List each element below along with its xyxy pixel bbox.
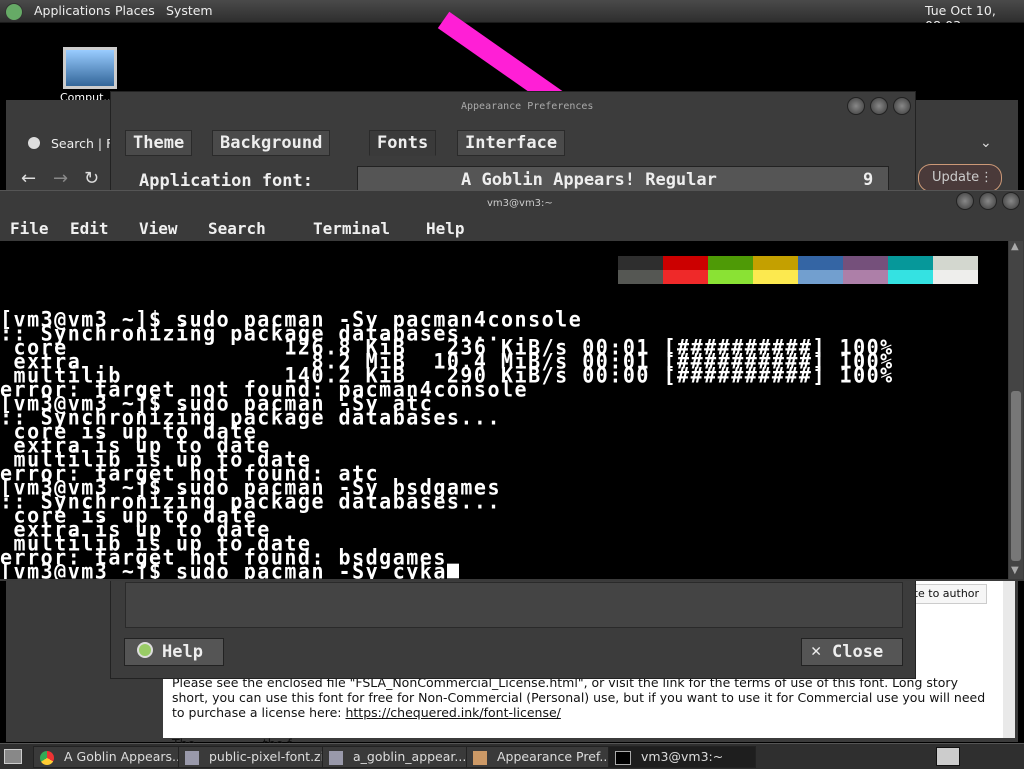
palette-swatch bbox=[888, 256, 933, 270]
palette-swatch bbox=[753, 270, 798, 284]
maximize-icon[interactable] bbox=[870, 97, 888, 115]
system-menu[interactable]: System bbox=[166, 3, 213, 18]
terminal-icon bbox=[615, 750, 631, 765]
taskbar-item-appearance[interactable]: Appearance Pref... bbox=[466, 746, 614, 768]
terminal-window: vm3@vm3:~ File Edit View Search Terminal… bbox=[0, 190, 1024, 581]
computer-icon[interactable] bbox=[63, 47, 117, 89]
help-label: Help bbox=[162, 642, 203, 662]
minimize-icon[interactable] bbox=[847, 97, 865, 115]
terminal-prompt-text: [vm3@vm3 ~]$ sudo pacman -Sy cyka bbox=[0, 558, 447, 579]
palette-swatch bbox=[753, 256, 798, 270]
terminal-menubar: File Edit View Search Terminal Help bbox=[0, 217, 1024, 241]
workspace-switcher-icon[interactable] bbox=[936, 747, 960, 766]
terminal-scrollbar[interactable]: ▲ ▼ bbox=[1009, 241, 1023, 579]
palette-swatch bbox=[933, 256, 978, 270]
taskbar-item-zip[interactable]: public-pixel-font.zip bbox=[178, 746, 326, 768]
close-icon[interactable] bbox=[1002, 192, 1020, 210]
menu-search[interactable]: Search bbox=[208, 219, 266, 238]
terminal-screen[interactable]: [vm3@vm3 ~]$ sudo pacman -Sy pacman4cons… bbox=[0, 241, 1008, 579]
menu-view[interactable]: View bbox=[139, 219, 178, 238]
palette-swatch bbox=[843, 256, 888, 270]
taskbar-item-label: Appearance Pref... bbox=[496, 749, 612, 764]
update-button[interactable]: Update ⋮ bbox=[918, 164, 1002, 192]
maximize-icon[interactable] bbox=[979, 192, 997, 210]
terminal-title: vm3@vm3:~ bbox=[487, 198, 553, 209]
palette-swatch bbox=[618, 270, 663, 284]
scroll-up-icon[interactable]: ▲ bbox=[1011, 241, 1019, 252]
taskbar-item-terminal[interactable]: vm3@vm3:~ bbox=[608, 746, 756, 768]
scrollbar-thumb[interactable] bbox=[1011, 391, 1021, 561]
app-font-size: 9 bbox=[863, 170, 874, 190]
scroll-down-icon[interactable]: ▼ bbox=[1011, 565, 1019, 576]
forward-icon[interactable]: → bbox=[53, 168, 68, 189]
palette-swatch bbox=[708, 256, 753, 270]
taskbar-item-chrome[interactable]: A Goblin Appears... bbox=[33, 746, 181, 768]
update-button-label: Update bbox=[932, 170, 980, 185]
app-font-value: A Goblin Appears! Regular bbox=[461, 170, 717, 190]
menu-help[interactable]: Help bbox=[426, 219, 465, 238]
terminal-prompt-line: [vm3@vm3 ~]$ sudo pacman -Sy cyka bbox=[0, 560, 459, 579]
distro-logo-icon[interactable] bbox=[5, 3, 23, 21]
palette-swatch bbox=[798, 270, 843, 284]
archive-icon bbox=[185, 750, 199, 765]
places-menu[interactable]: Places bbox=[115, 3, 155, 18]
tab-interface[interactable]: Interface bbox=[457, 130, 566, 156]
palette-swatch bbox=[798, 256, 843, 270]
back-icon[interactable]: ← bbox=[21, 168, 36, 189]
tab-theme[interactable]: Theme bbox=[125, 130, 193, 156]
palette-swatch bbox=[663, 256, 708, 270]
applications-menu[interactable]: Applications bbox=[34, 3, 110, 18]
show-desktop-icon[interactable] bbox=[4, 749, 22, 764]
help-icon bbox=[137, 642, 153, 658]
palette-swatch bbox=[618, 256, 663, 270]
appearance-icon bbox=[473, 750, 487, 765]
taskbar-item-label: vm3@vm3:~ bbox=[640, 749, 724, 764]
top-panel: Applications Places System Tue Oct 10, 0… bbox=[0, 0, 1024, 33]
license-text: Please see the enclosed file "FSLA_NonCo… bbox=[172, 675, 986, 720]
color-palette bbox=[618, 256, 978, 284]
tab-fonts[interactable]: Fonts bbox=[369, 130, 437, 156]
menu-file[interactable]: File bbox=[10, 219, 49, 238]
palette-swatch bbox=[843, 270, 888, 284]
palette-swatch bbox=[888, 270, 933, 284]
taskbar-item-label: public-pixel-font.zip bbox=[208, 749, 326, 764]
palette-swatch bbox=[663, 270, 708, 284]
appearance-title: Appearance Preferences bbox=[461, 101, 594, 112]
close-label: Close bbox=[832, 642, 884, 662]
license-paragraph: Please see the enclosed file "FSLA_NonCo… bbox=[172, 675, 994, 720]
license-link[interactable]: https://chequered.ink/font-license/ bbox=[345, 705, 560, 720]
more-vertical-icon: ⋮ bbox=[980, 170, 993, 185]
minimize-icon[interactable] bbox=[956, 192, 974, 210]
browser-tab-icon bbox=[28, 137, 40, 149]
close-button[interactable]: ✕ Close bbox=[801, 638, 903, 666]
help-button[interactable]: Help bbox=[124, 638, 224, 666]
tab-list-chevron-icon[interactable]: ⌄ bbox=[980, 135, 992, 151]
menu-terminal[interactable]: Terminal bbox=[313, 219, 390, 238]
chrome-icon bbox=[40, 750, 54, 765]
archive-icon bbox=[329, 750, 343, 765]
terminal-cursor bbox=[446, 563, 459, 579]
browser-scrollbar[interactable] bbox=[1003, 578, 1015, 738]
palette-swatch bbox=[933, 270, 978, 284]
fonts-panel-bottom bbox=[125, 582, 903, 628]
menu-edit[interactable]: Edit bbox=[70, 219, 109, 238]
tab-background[interactable]: Background bbox=[212, 130, 331, 156]
app-font-label: Application font: bbox=[139, 171, 313, 191]
taskbar: A Goblin Appears... public-pixel-font.zi… bbox=[0, 743, 1024, 769]
reload-icon[interactable]: ↻ bbox=[84, 168, 99, 189]
taskbar-item-archive-folder[interactable]: a_goblin_appear... bbox=[322, 746, 470, 768]
palette-swatch bbox=[708, 270, 753, 284]
close-icon[interactable] bbox=[893, 97, 911, 115]
rate-author-label: ate to author bbox=[906, 587, 980, 600]
taskbar-item-label: a_goblin_appear... bbox=[352, 749, 467, 764]
close-x-icon: ✕ bbox=[811, 641, 822, 661]
taskbar-item-label: A Goblin Appears... bbox=[63, 749, 181, 764]
